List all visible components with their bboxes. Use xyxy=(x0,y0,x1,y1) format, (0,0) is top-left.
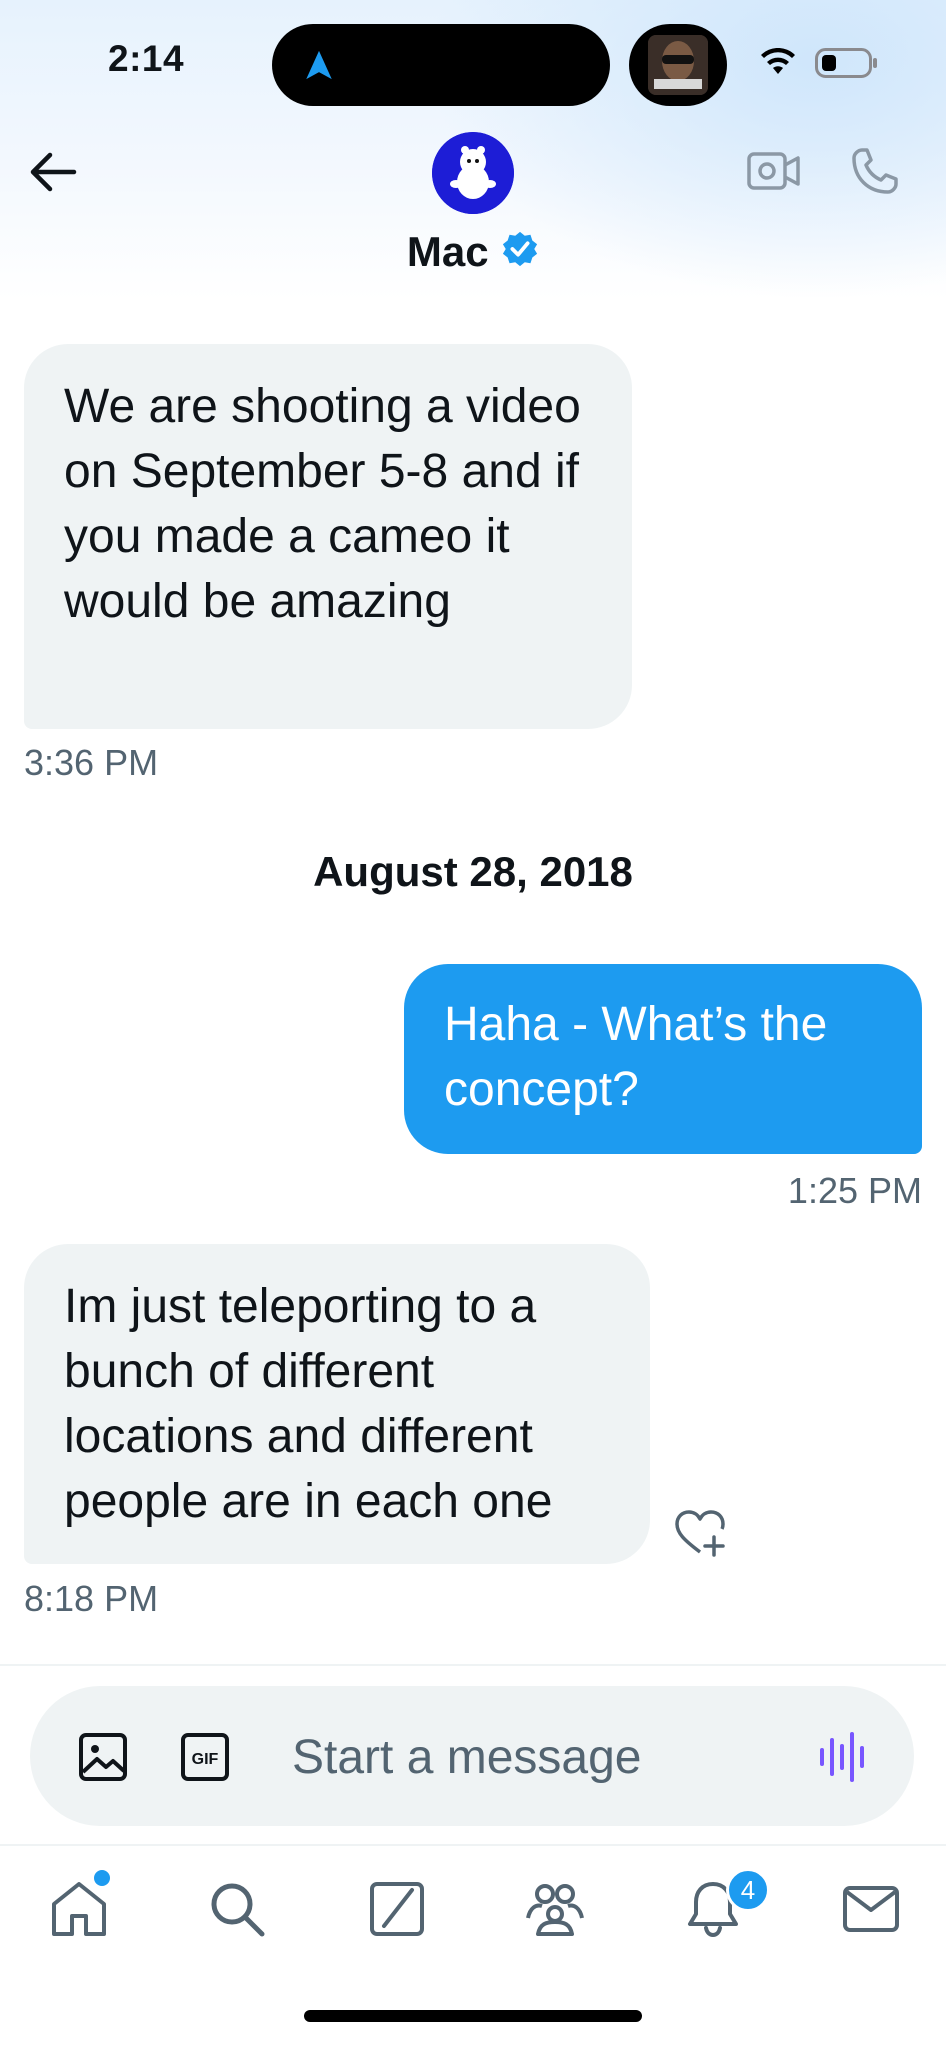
now-playing-island[interactable] xyxy=(629,24,727,106)
messages-icon[interactable] xyxy=(840,1878,902,1940)
contact-name: Mac xyxy=(406,228,489,275)
notifications-badge: 4 xyxy=(726,1868,770,1912)
divider xyxy=(0,1664,946,1666)
message-bubble-incoming[interactable]: We are shooting a video on September 5-8… xyxy=(24,344,632,729)
divider xyxy=(0,1844,946,1846)
message-timestamp: 3:36 PM xyxy=(24,742,159,783)
conversation-title[interactable]: Mac xyxy=(0,228,946,276)
album-art-icon xyxy=(648,35,708,95)
video-call-icon[interactable] xyxy=(746,148,802,194)
message-bubble-outgoing[interactable]: Haha - What’s the concept? xyxy=(404,964,922,1154)
message-timestamp: 8:18 PM xyxy=(24,1578,159,1619)
date-separator: August 28, 2018 xyxy=(313,848,633,895)
wifi-icon xyxy=(761,48,795,74)
svg-text:GIF: GIF xyxy=(192,1751,219,1768)
image-icon[interactable] xyxy=(78,1732,128,1782)
communities-icon[interactable] xyxy=(524,1878,586,1940)
gif-icon[interactable]: GIF xyxy=(180,1732,230,1782)
voice-message-icon[interactable] xyxy=(818,1730,870,1784)
verified-badge-icon xyxy=(502,231,538,267)
navigation-arrow-icon xyxy=(306,50,332,80)
battery-icon xyxy=(815,48,877,78)
home-indicator[interactable] xyxy=(304,2010,642,2022)
grok-icon[interactable] xyxy=(366,1878,428,1940)
search-icon[interactable] xyxy=(206,1878,268,1940)
message-bubble-incoming[interactable]: Im just teleporting to a bunch of differ… xyxy=(24,1244,650,1564)
add-reaction-icon[interactable] xyxy=(672,1508,728,1560)
message-input[interactable] xyxy=(290,1716,794,1798)
status-time: 2:14 xyxy=(108,38,185,79)
dynamic-island xyxy=(272,24,610,106)
message-composer: GIF xyxy=(30,1686,914,1826)
home-icon[interactable] xyxy=(48,1878,110,1940)
back-arrow-icon[interactable] xyxy=(28,150,78,194)
phone-call-icon[interactable] xyxy=(848,146,900,198)
message-timestamp: 1:25 PM xyxy=(787,1170,922,1211)
unread-dot xyxy=(94,1870,110,1886)
avatar[interactable] xyxy=(432,132,514,214)
